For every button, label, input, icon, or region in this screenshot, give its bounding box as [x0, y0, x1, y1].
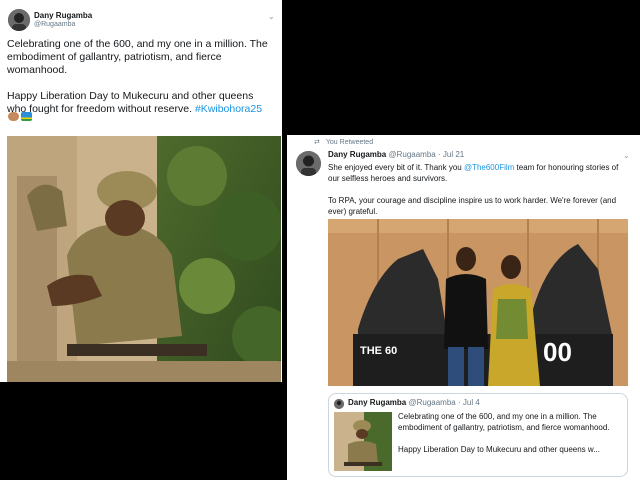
rwanda-flag-icon	[21, 112, 32, 121]
chevron-down-icon[interactable]: ⌄	[268, 12, 275, 21]
tweet-header: Dany Rugamba @Rugaamba · Jul 21	[328, 150, 464, 159]
avatar	[334, 399, 344, 409]
mention-link[interactable]: @The600Film	[464, 163, 514, 172]
author-handle[interactable]: @Rugaamba	[34, 21, 75, 28]
avatar[interactable]	[296, 151, 321, 176]
tweet-photo[interactable]	[7, 136, 281, 382]
tweet-line: embodiment of gallantry, patriotism, and…	[7, 51, 222, 63]
tweet-paragraph: To RPA, your courage and discipline insp…	[328, 196, 617, 216]
quote-header: Dany Rugamba @Rugaamba · Jul 4	[348, 398, 480, 407]
tweet-text-part: She enjoyed every bit of it. Thank you	[328, 163, 464, 172]
quote-thumbnail	[334, 412, 392, 471]
quote-paragraph: Celebrating one of the 600, and my one i…	[398, 412, 610, 432]
separator: ·	[437, 150, 441, 159]
author-name[interactable]: Dany Rugamba	[34, 11, 92, 20]
retweet-indicator: ⇄ You Retweeted	[314, 138, 373, 146]
author-name[interactable]: Dany Rugamba	[328, 150, 386, 159]
quote-text: Celebrating one of the 600, and my one i…	[398, 411, 623, 455]
tweet-photo[interactable]: THE 60 00	[328, 219, 628, 386]
quote-paragraph: Happy Liberation Day to Mukecuru and oth…	[398, 445, 600, 454]
tweet-text: Celebrating one of the 600, and my one i…	[7, 38, 282, 116]
avatar[interactable]	[8, 9, 30, 31]
tweet-card-right: ⇄ You Retweeted Dany Rugamba @Rugaamba · …	[287, 135, 640, 480]
quoted-tweet[interactable]: Dany Rugamba @Rugaamba · Jul 4 Celebrati…	[328, 393, 628, 477]
hashtag-link[interactable]: #Kwibohora25	[195, 103, 262, 115]
tweet-date: Jul 4	[462, 398, 480, 407]
tweet-line: womanhood.	[7, 64, 68, 76]
tweet-line: Happy Liberation Day to Mukecuru and oth…	[7, 90, 254, 102]
retweet-label: You Retweeted	[325, 139, 374, 146]
standee-text-right: 00	[543, 337, 572, 367]
author-name: Dany Rugamba	[348, 398, 407, 407]
tweet-date[interactable]: Jul 21	[443, 150, 464, 159]
tweet-line: who fought for freedom without reserve.	[7, 103, 195, 115]
standee-text-left: THE 60	[360, 345, 397, 357]
tweet-card-left: Dany Rugamba @Rugaamba ⌄ Celebrating one…	[0, 0, 282, 382]
author-handle[interactable]: @Rugaamba	[388, 150, 435, 159]
tweet-line: Celebrating one of the 600, and my one i…	[7, 38, 268, 50]
author-handle: @Rugaamba	[408, 398, 456, 407]
tweet-text: She enjoyed every bit of it. Thank you @…	[328, 162, 628, 217]
woman-emoji-icon	[8, 112, 19, 121]
retweet-icon: ⇄	[314, 139, 320, 146]
chevron-down-icon[interactable]: ⌄	[623, 151, 630, 160]
separator: ·	[457, 398, 461, 407]
